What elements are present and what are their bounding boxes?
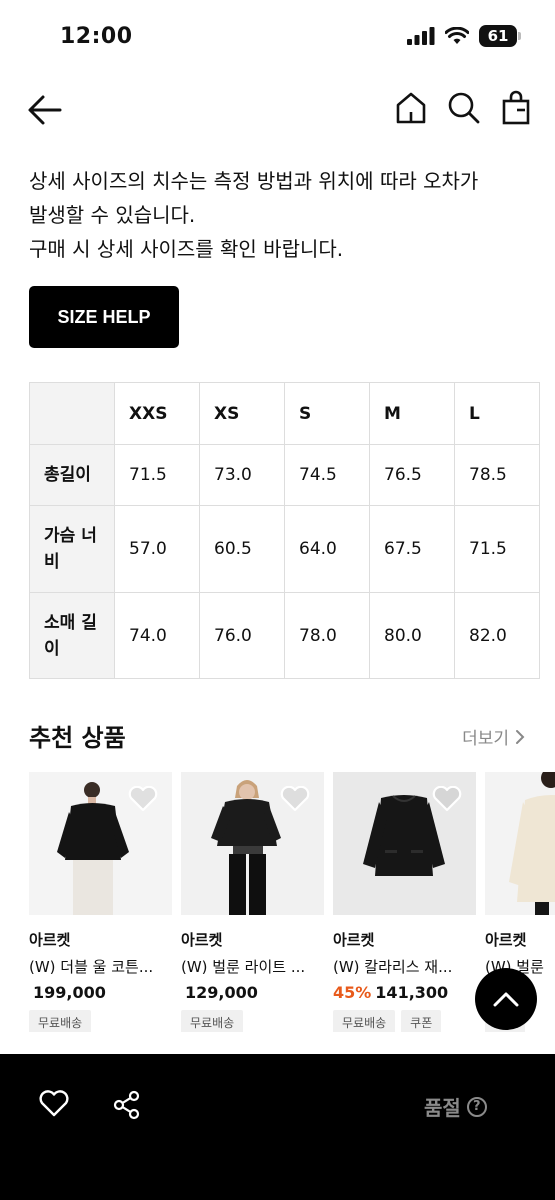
battery-level: 61 [487,27,509,45]
measure-value: 74.0 [114,592,200,679]
size-label: S [284,382,370,445]
size-label: XXS [114,382,200,445]
status-bar: 12:00 61 [0,0,555,72]
measure-value: 78.0 [284,592,370,679]
product-image[interactable] [485,772,555,915]
product-brand: 아르켓 [29,931,71,949]
product-brand: 아르켓 [181,931,223,949]
signal-icon [407,27,435,45]
measure-value: 57.0 [114,505,200,593]
size-table-header-row: XXS XS S M L [29,382,540,445]
product-tags: 무료배송 [29,1010,172,1032]
product-price: 141,300 [375,983,449,1002]
measure-value: 76.5 [369,444,455,506]
product-price-row: 45% 141,300 [333,983,476,1002]
size-label: L [454,382,540,445]
bottom-action-bar: 품절 ? [0,1054,555,1200]
product-price: 199,000 [33,983,106,1002]
size-label: XS [199,382,285,445]
measure-label: 총길이 [29,444,115,506]
coupon-tag: 쿠폰 [401,1010,442,1032]
notice-line: 구매 시 상세 사이즈를 확인 바랍니다. [29,237,344,261]
battery-icon: 61 [479,25,521,47]
search-icon[interactable] [447,90,481,126]
size-label: M [369,382,455,445]
nav-bar [0,84,555,136]
status-icons: 61 [407,25,521,47]
shipping-tag: 무료배송 [333,1010,396,1032]
measure-value: 67.5 [369,505,455,593]
measure-value: 76.0 [199,592,285,679]
notice-line: 상세 사이즈의 치수는 측정 방법과 위치에 따라 오차가 [29,169,479,193]
product-image[interactable] [333,772,476,915]
size-help-button[interactable]: SIZE HELP [29,286,179,348]
product-name: (W) 칼라리스 재... [333,958,453,976]
status-time: 12:00 [60,24,133,49]
chevron-right-icon [516,729,525,744]
measure-value: 80.0 [369,592,455,679]
size-table-corner [29,382,115,445]
shipping-tag: 무료배송 [29,1010,92,1032]
product-brand: 아르켓 [485,931,527,949]
measure-value: 82.0 [454,592,540,679]
table-row: 가슴 너비 57.0 60.5 64.0 67.5 71.5 [29,505,540,593]
product-brand: 아르켓 [333,931,375,949]
table-row: 소매 길이 74.0 76.0 78.0 80.0 82.0 [29,592,540,679]
measure-label: 가슴 너비 [29,505,115,593]
notice-line: 발생할 수 있습니다. [29,203,196,227]
measure-value: 71.5 [114,444,200,506]
product-discount: 45% [333,983,372,1002]
help-icon[interactable]: ? [466,1096,487,1117]
heart-icon[interactable] [432,786,462,812]
product-tags: 무료배송 쿠폰 [333,1010,476,1032]
measure-label: 소매 길이 [29,592,115,679]
heart-icon[interactable] [38,1090,70,1118]
arrow-left-icon[interactable] [26,92,64,128]
more-link[interactable]: 더보기 [462,724,525,749]
shopping-bag-icon[interactable] [501,90,531,126]
measure-value: 71.5 [454,505,540,593]
wifi-icon [445,27,469,44]
share-icon[interactable] [112,1090,142,1120]
chevron-up-icon [493,992,519,1007]
shipping-tag: 무료배송 [181,1010,244,1032]
recommend-header: 추천 상품 더보기 [29,718,525,758]
product-name: (W) 벌룬 라이트 ... [181,958,306,976]
heart-icon[interactable] [128,786,158,812]
product-card[interactable]: 아르켓 (W) 벌룬 라이트 ... 129,000 무료배송 [181,772,324,1032]
product-price-row: 199,000 [29,983,172,1002]
product-image[interactable] [181,772,324,915]
recommend-title: 추천 상품 [29,724,126,752]
size-notice: 상세 사이즈의 치수는 측정 방법과 위치에 따라 오차가 발생할 수 있습니다… [29,164,529,266]
measure-value: 74.5 [284,444,370,506]
scroll-top-button[interactable] [475,968,537,1030]
product-price-row: 129,000 [181,983,324,1002]
more-label: 더보기 [462,729,509,749]
measure-value: 60.5 [199,505,285,593]
product-price: 129,000 [185,983,258,1002]
product-name: (W) 더블 울 코튼... [29,958,154,976]
measure-value: 78.5 [454,444,540,506]
table-row: 총길이 71.5 73.0 74.5 76.5 78.5 [29,444,540,506]
product-card[interactable]: 아르켓 (W) 더블 울 코튼... 199,000 무료배송 [29,772,172,1032]
product-image[interactable] [29,772,172,915]
product-tags: 무료배송 [181,1010,324,1032]
product-card[interactable]: 아르켓 (W) 칼라리스 재... 45% 141,300 무료배송 쿠폰 [333,772,476,1032]
measure-value: 64.0 [284,505,370,593]
soldout-status: 품절 ? [424,1092,487,1121]
size-table: XXS XS S M L 총길이 71.5 73.0 74.5 76.5 78.… [29,382,540,679]
home-icon[interactable] [395,90,427,126]
measure-value: 73.0 [199,444,285,506]
soldout-label: 품절 [424,1096,461,1120]
heart-icon[interactable] [280,786,310,812]
